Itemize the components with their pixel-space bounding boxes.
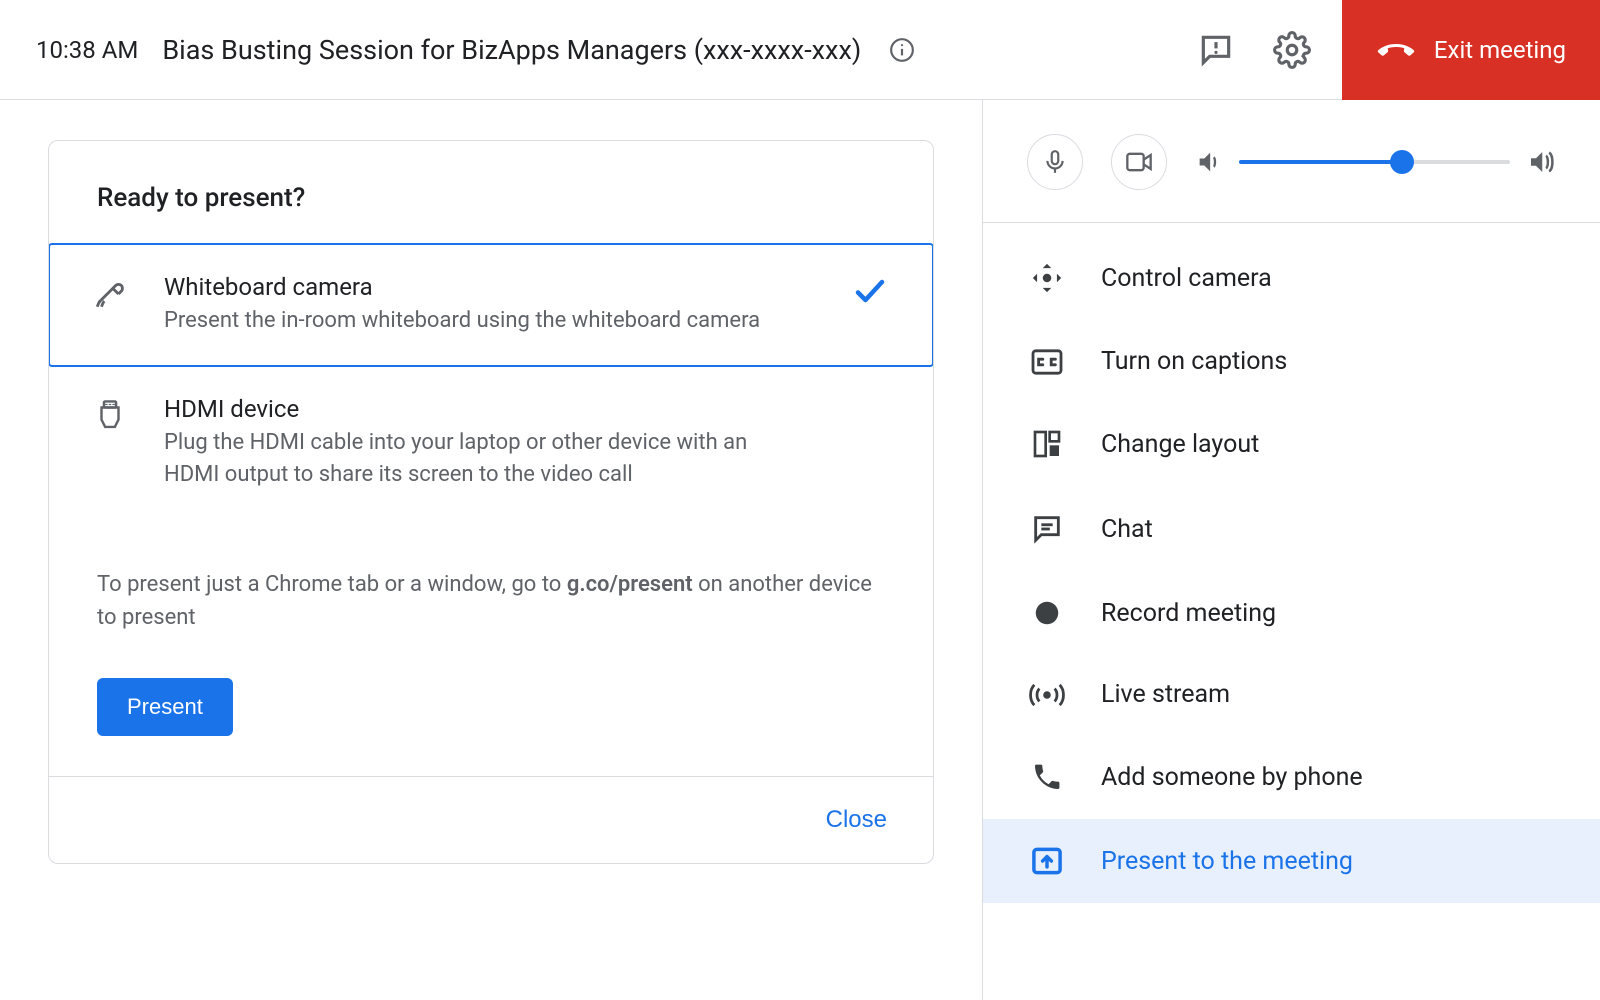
present-option-subtitle: Plug the HDMI cable into your laptop or … bbox=[164, 427, 804, 491]
header: 10:38 AM Bias Busting Session for BizApp… bbox=[0, 0, 1600, 100]
menu-item-label: Turn on captions bbox=[1101, 347, 1287, 376]
menu-item-label: Change layout bbox=[1101, 430, 1259, 459]
volume-thumb[interactable] bbox=[1390, 150, 1414, 174]
exit-meeting-button[interactable]: Exit meeting bbox=[1342, 0, 1600, 100]
menu-captions[interactable]: Turn on captions bbox=[983, 321, 1600, 402]
hdmi-icon bbox=[90, 399, 130, 433]
info-icon[interactable] bbox=[889, 37, 915, 63]
menu-control-camera[interactable]: Control camera bbox=[983, 235, 1600, 321]
present-icon bbox=[1027, 845, 1067, 877]
meeting-title: Bias Busting Session for BizApps Manager… bbox=[162, 34, 861, 66]
control-camera-icon bbox=[1027, 261, 1067, 295]
clock: 10:38 AM bbox=[36, 36, 138, 64]
phone-icon bbox=[1027, 761, 1067, 793]
menu-chat[interactable]: Chat bbox=[983, 486, 1600, 572]
menu-record[interactable]: Record meeting bbox=[983, 572, 1600, 654]
record-icon bbox=[1027, 598, 1067, 628]
present-option-subtitle: Present the in-room whiteboard using the… bbox=[164, 305, 804, 337]
camera-toggle[interactable] bbox=[1111, 134, 1167, 190]
volume-high-icon bbox=[1526, 147, 1556, 177]
captions-icon bbox=[1027, 348, 1067, 376]
present-option-title: HDMI device bbox=[164, 395, 814, 423]
menu-item-label: Record meeting bbox=[1101, 599, 1276, 628]
present-option-whiteboard[interactable]: Whiteboard camera Present the in-room wh… bbox=[48, 243, 934, 367]
menu-layout[interactable]: Change layout bbox=[983, 402, 1600, 486]
present-option-hdmi[interactable]: HDMI device Plug the HDMI cable into you… bbox=[49, 366, 933, 520]
chat-icon bbox=[1027, 512, 1067, 546]
menu-item-label: Add someone by phone bbox=[1101, 763, 1363, 792]
whiteboard-camera-icon bbox=[90, 277, 130, 311]
menu-item-label: Live stream bbox=[1101, 680, 1230, 709]
menu-item-label: Control camera bbox=[1101, 264, 1272, 293]
present-dialog: Ready to present? Whiteboard camera Pres… bbox=[48, 140, 934, 864]
present-heading: Ready to present? bbox=[49, 141, 933, 243]
volume-low-icon bbox=[1195, 148, 1223, 176]
mic-toggle[interactable] bbox=[1027, 134, 1083, 190]
menu-present[interactable]: Present to the meeting bbox=[983, 819, 1600, 903]
exit-meeting-label: Exit meeting bbox=[1434, 36, 1566, 64]
settings-icon[interactable] bbox=[1266, 24, 1318, 76]
present-option-title: Whiteboard camera bbox=[164, 273, 814, 301]
present-button[interactable]: Present bbox=[97, 678, 233, 736]
menu-item-label: Present to the meeting bbox=[1101, 847, 1353, 876]
menu-livestream[interactable]: Live stream bbox=[983, 654, 1600, 735]
media-controls bbox=[983, 100, 1600, 223]
check-icon bbox=[848, 273, 892, 309]
close-button[interactable]: Close bbox=[820, 805, 893, 835]
hangup-icon bbox=[1376, 38, 1416, 62]
present-hint: To present just a Chrome tab or a window… bbox=[49, 520, 933, 642]
menu-add-phone[interactable]: Add someone by phone bbox=[983, 735, 1600, 819]
side-menu: Control camera Turn on captions Change l… bbox=[983, 223, 1600, 903]
livestream-icon bbox=[1027, 682, 1067, 708]
menu-item-label: Chat bbox=[1101, 515, 1153, 544]
volume-slider[interactable] bbox=[1239, 160, 1510, 164]
layout-icon bbox=[1027, 428, 1067, 460]
feedback-icon[interactable] bbox=[1190, 24, 1242, 76]
